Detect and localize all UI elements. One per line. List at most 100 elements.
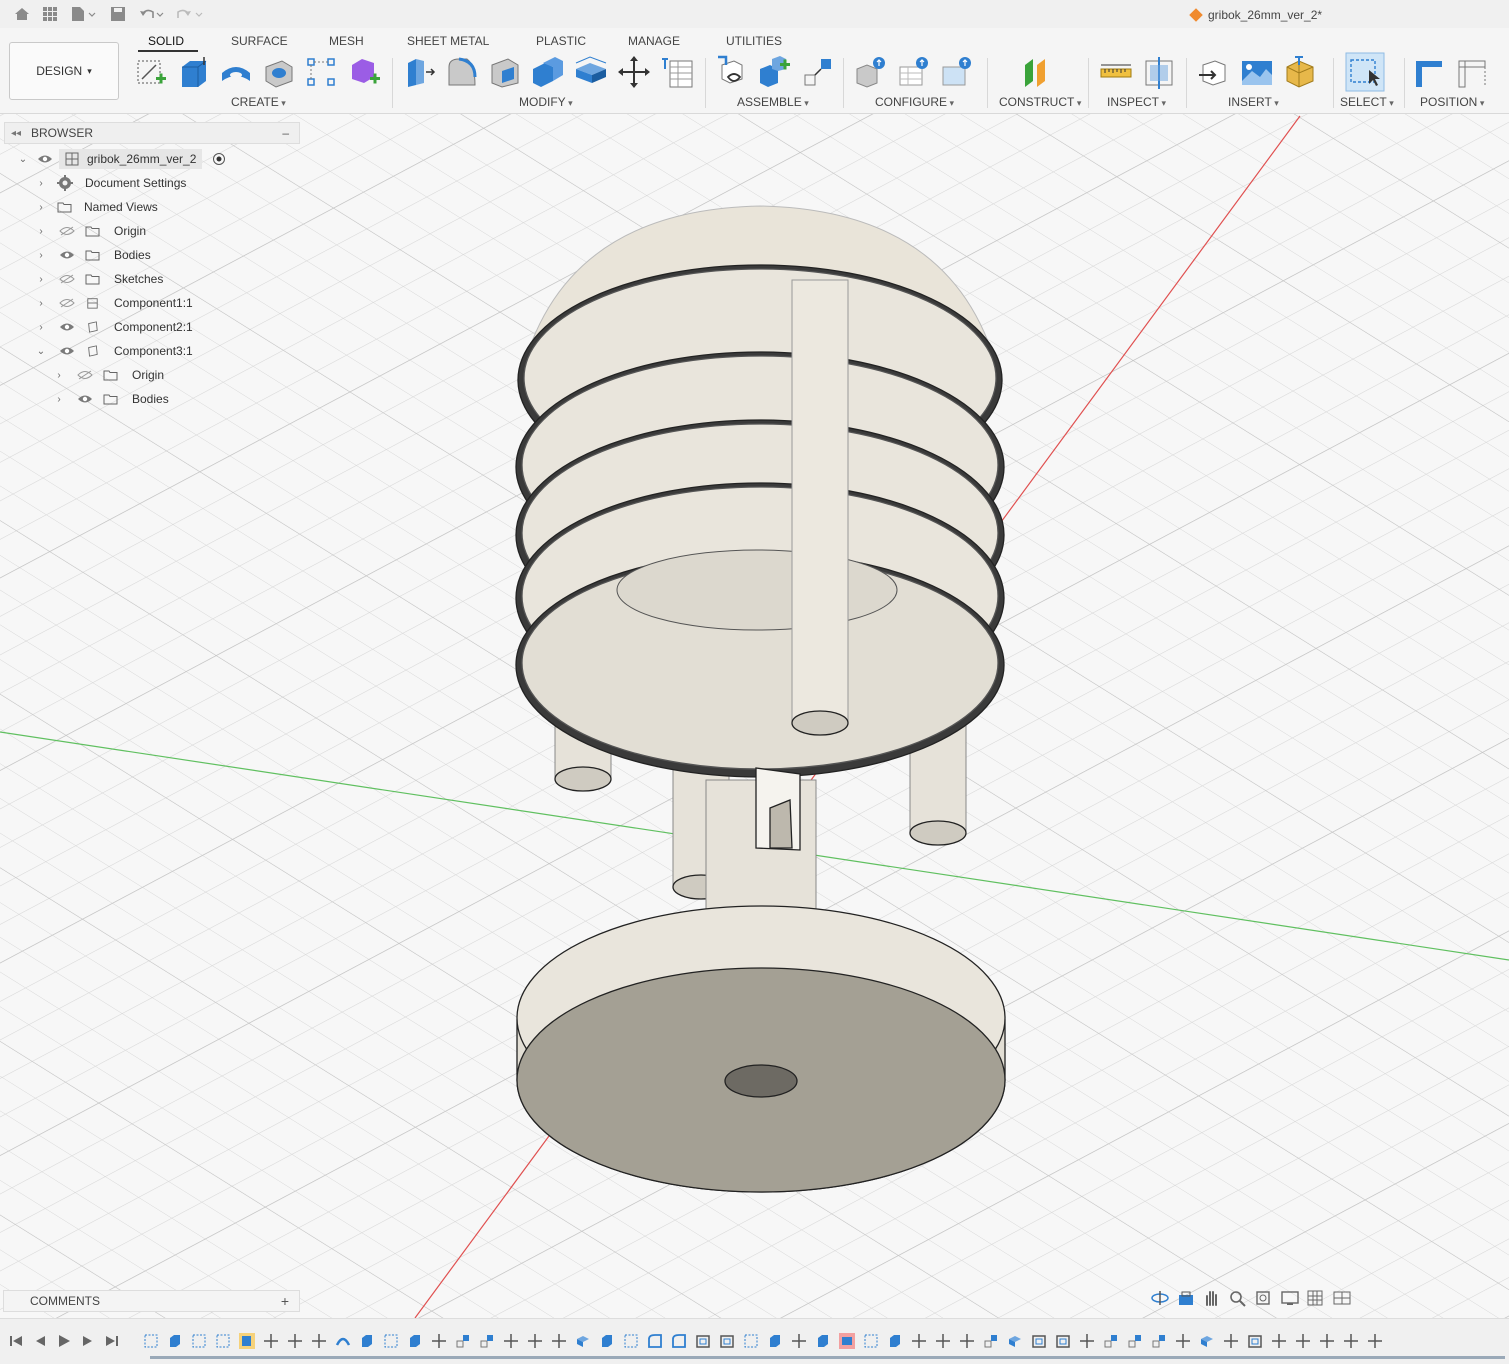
group-modify-label[interactable]: MODIFY <box>519 95 573 109</box>
combine-icon[interactable] <box>574 55 608 89</box>
timeline-feature-combine-icon[interactable] <box>1199 1333 1215 1349</box>
timeline-feature-revolve-icon[interactable] <box>335 1333 351 1349</box>
tab-plastic[interactable]: PLASTIC <box>536 34 586 48</box>
timeline-feature-move-icon[interactable] <box>791 1333 807 1349</box>
timeline-feature-joint-icon[interactable] <box>1127 1333 1143 1349</box>
new-component-icon[interactable] <box>716 55 750 89</box>
timeline-feature-joint-icon[interactable] <box>983 1333 999 1349</box>
save-icon[interactable] <box>109 5 127 23</box>
timeline-feature-move-icon[interactable] <box>1295 1333 1311 1349</box>
fillet-icon[interactable] <box>445 55 479 89</box>
tab-mesh[interactable]: MESH <box>329 34 364 48</box>
data-panel-grid-icon[interactable] <box>41 5 59 23</box>
change-parameters-icon[interactable] <box>660 55 694 89</box>
undo-icon[interactable] <box>138 5 166 23</box>
timeline-feature-sketch-icon[interactable] <box>743 1333 759 1349</box>
timeline-feature-joint-icon[interactable] <box>479 1333 495 1349</box>
configure-theme-icon[interactable] <box>941 55 975 89</box>
timeline-feature-move-icon[interactable] <box>911 1333 927 1349</box>
timeline-feature-fillet-icon[interactable] <box>671 1333 687 1349</box>
redo-icon[interactable] <box>175 5 205 23</box>
timeline-feature-move-icon[interactable] <box>527 1333 543 1349</box>
extrude-icon[interactable] <box>176 55 210 89</box>
tree-item-component3-bodies[interactable]: › Bodies <box>53 388 168 410</box>
step-back-icon[interactable] <box>32 1333 48 1349</box>
tree-item-component2[interactable]: › Component2:1 <box>35 316 192 338</box>
chevron-right-icon[interactable]: › <box>35 274 47 285</box>
chevron-right-icon[interactable]: › <box>35 226 47 237</box>
timeline-feature-sketch-icon[interactable] <box>383 1333 399 1349</box>
minimize-icon[interactable]: – <box>282 126 289 140</box>
timeline-feature-extrude-icon[interactable] <box>167 1333 183 1349</box>
create-sketch-icon[interactable] <box>134 55 168 89</box>
tree-item-bodies[interactable]: › Bodies <box>35 244 150 266</box>
timeline-feature-sketch-icon[interactable] <box>623 1333 639 1349</box>
timeline-feature-extrude-icon[interactable] <box>767 1333 783 1349</box>
timeline-feature-move-icon[interactable] <box>1367 1333 1383 1349</box>
visibility-eye-icon[interactable] <box>59 250 75 260</box>
timeline-feature-move-icon[interactable] <box>503 1333 519 1349</box>
timeline-feature-shell-icon[interactable] <box>695 1333 711 1349</box>
chevron-right-icon[interactable]: › <box>53 370 65 381</box>
timeline-feature-move-icon[interactable] <box>1175 1333 1191 1349</box>
timeline-feature-shell-icon[interactable] <box>1031 1333 1047 1349</box>
visibility-eye-icon[interactable] <box>37 154 53 164</box>
model-body[interactable] <box>515 205 1006 1193</box>
configure-rule-icon[interactable] <box>898 55 932 89</box>
timeline-feature-sketch-icon[interactable] <box>143 1333 159 1349</box>
play-icon[interactable] <box>56 1333 72 1349</box>
hole-icon[interactable] <box>262 55 296 89</box>
canvas-icon[interactable] <box>1240 55 1274 89</box>
collapse-panel-icon[interactable]: ◂◂ <box>5 128 27 139</box>
fit-window-icon[interactable] <box>1254 1289 1274 1307</box>
chevron-right-icon[interactable]: › <box>53 394 65 405</box>
activate-radio-icon[interactable] <box>212 152 226 166</box>
timeline-feature-extrude-icon[interactable] <box>887 1333 903 1349</box>
joint-icon[interactable] <box>758 55 792 89</box>
add-comment-icon[interactable]: + <box>281 1293 289 1309</box>
tab-surface[interactable]: SURFACE <box>231 34 288 48</box>
timeline-feature-extrude-icon[interactable] <box>359 1333 375 1349</box>
timeline-feature-move-icon[interactable] <box>959 1333 975 1349</box>
chevron-right-icon[interactable]: › <box>35 202 47 213</box>
timeline-feature-extrude-icon[interactable] <box>815 1333 831 1349</box>
timeline-feature-move-icon[interactable] <box>431 1333 447 1349</box>
timeline-feature-combine-icon[interactable] <box>839 1333 855 1349</box>
comments-panel[interactable]: COMMENTS + <box>3 1290 300 1312</box>
group-construct-label[interactable]: CONSTRUCT <box>999 95 1081 109</box>
timeline-feature-move-icon[interactable] <box>1271 1333 1287 1349</box>
document-tab[interactable]: gribok_26mm_ver_2* <box>1189 8 1322 22</box>
tree-item-component1[interactable]: › Component1:1 <box>35 292 192 314</box>
root-component-chip[interactable]: gribok_26mm_ver_2 <box>59 149 203 169</box>
timeline-feature-shell-icon[interactable] <box>1247 1333 1263 1349</box>
move-copy-icon[interactable] <box>617 55 651 89</box>
timeline-feature-joint-icon[interactable] <box>455 1333 471 1349</box>
timeline-feature-extrude-icon[interactable] <box>407 1333 423 1349</box>
timeline-feature-fillet-icon[interactable] <box>647 1333 663 1349</box>
create-form-icon[interactable] <box>348 55 382 89</box>
timeline-feature-joint-icon[interactable] <box>1103 1333 1119 1349</box>
timeline-feature-joint-icon[interactable] <box>1151 1333 1167 1349</box>
timeline-feature-move-icon[interactable] <box>935 1333 951 1349</box>
tree-item-component3-origin[interactable]: › Origin <box>53 364 164 386</box>
pan-hand-icon[interactable] <box>1202 1289 1222 1307</box>
chevron-down-icon[interactable]: ⌄ <box>17 154 29 165</box>
timeline-feature-move-icon[interactable] <box>263 1333 279 1349</box>
configure-table-icon[interactable] <box>855 55 889 89</box>
zoom-icon[interactable] <box>1228 1289 1248 1307</box>
visibility-eye-icon[interactable] <box>77 394 93 404</box>
go-to-start-icon[interactable] <box>8 1333 24 1349</box>
revert-position-icon[interactable] <box>1457 55 1491 89</box>
visibility-hidden-icon[interactable] <box>77 370 93 380</box>
chevron-right-icon[interactable]: › <box>35 298 47 309</box>
timeline-feature-sketch-icon[interactable] <box>215 1333 231 1349</box>
group-select-label[interactable]: SELECT <box>1340 95 1394 109</box>
tree-item-sketches[interactable]: › Sketches <box>35 268 163 290</box>
section-analysis-icon[interactable] <box>1142 55 1176 89</box>
timeline-feature-move-icon[interactable] <box>1343 1333 1359 1349</box>
timeline-feature-combine-icon[interactable] <box>1007 1333 1023 1349</box>
timeline-feature-move-icon[interactable] <box>1223 1333 1239 1349</box>
capture-position-icon[interactable] <box>1414 55 1448 89</box>
timeline-feature-move-icon[interactable] <box>551 1333 567 1349</box>
visibility-eye-icon[interactable] <box>59 322 75 332</box>
